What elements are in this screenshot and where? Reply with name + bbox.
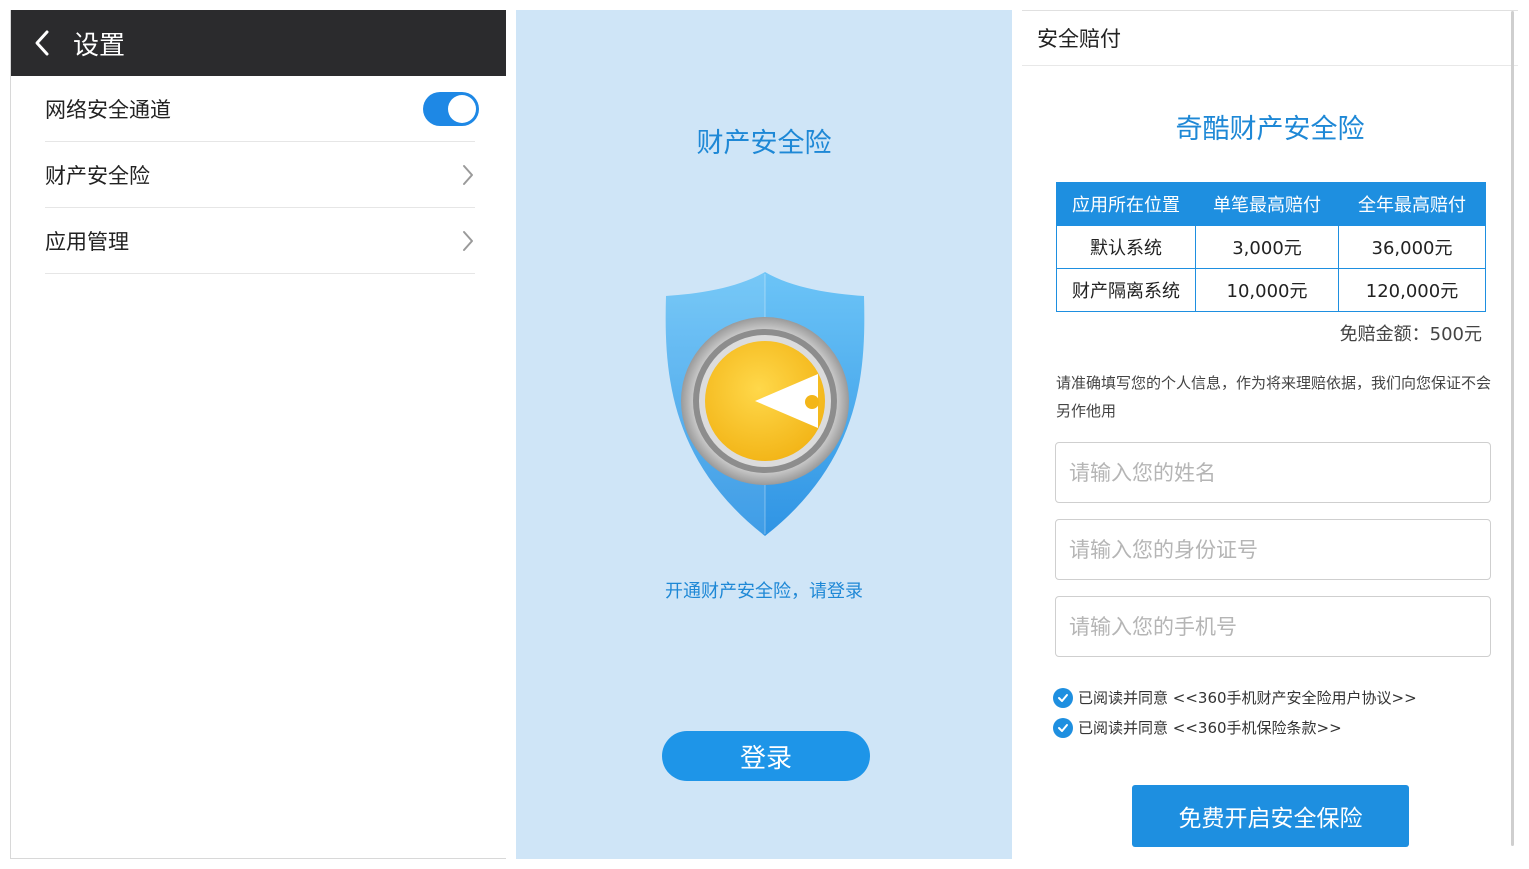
check-circle-icon[interactable]	[1053, 687, 1073, 708]
chevron-left-icon	[35, 30, 49, 56]
claim-header-title: 安全赔付	[1037, 27, 1121, 51]
deductible-text: 免赔金额：500元	[1339, 324, 1482, 345]
setting-item-label: 应用管理	[45, 229, 129, 254]
table-cell: 36,000元	[1338, 225, 1486, 269]
table-header-cell: 应用所在位置	[1056, 182, 1196, 226]
setting-item-app-management[interactable]: 应用管理	[45, 208, 475, 274]
login-title: 财产安全险	[696, 128, 832, 159]
claim-header: 安全赔付	[1022, 11, 1518, 66]
toggle-knob	[448, 94, 476, 123]
check-circle-icon[interactable]	[1053, 717, 1073, 738]
table-row: 默认系统 3,000元 36,000元	[1056, 225, 1486, 269]
name-input[interactable]	[1055, 442, 1491, 503]
setting-item-network-channel[interactable]: 网络安全通道	[45, 76, 479, 142]
table-cell: 3,000元	[1195, 225, 1339, 269]
table-header-cell: 单笔最高赔付	[1195, 182, 1339, 226]
claim-panel: 安全赔付 奇酷财产安全险 应用所在位置 单笔最高赔付 全年最高赔付 默认系统 3…	[1022, 10, 1518, 859]
id-number-input[interactable]	[1055, 519, 1491, 580]
network-channel-toggle[interactable]	[423, 91, 479, 126]
login-panel: 财产安全险 开通财产安全险，请登录 登录	[516, 10, 1012, 859]
table-header-cell: 全年最高赔付	[1338, 182, 1486, 226]
settings-panel: 设置 网络安全通道 财产安全险 应用管理	[10, 10, 506, 859]
phone-input[interactable]	[1055, 596, 1491, 657]
setting-item-label: 财产安全险	[45, 163, 150, 188]
claim-title: 奇酷财产安全险	[1175, 114, 1365, 145]
login-button[interactable]: 登录	[662, 731, 870, 781]
table-cell: 120,000元	[1338, 268, 1486, 312]
shield-safe-icon	[665, 272, 865, 536]
table-cell: 财产隔离系统	[1056, 268, 1196, 312]
agreement-user-terms[interactable]: 已阅读并同意 <<360手机财产安全险用户协议>>	[1053, 687, 1417, 708]
settings-header: 设置	[11, 10, 506, 76]
chevron-right-icon	[463, 230, 473, 251]
table-header-row: 应用所在位置 单笔最高赔付 全年最高赔付	[1056, 182, 1486, 226]
setting-item-property-insurance[interactable]: 财产安全险	[45, 142, 475, 208]
page-title: 设置	[73, 30, 126, 61]
login-hint-text: 开通财产安全险，请登录	[665, 581, 863, 602]
table-cell: 10,000元	[1195, 268, 1339, 312]
chevron-right-icon	[463, 164, 473, 185]
table-row: 财产隔离系统 10,000元 120,000元	[1056, 268, 1486, 312]
back-button[interactable]	[11, 10, 73, 76]
table-cell: 默认系统	[1056, 225, 1196, 269]
agreement-text: 已阅读并同意 <<360手机保险条款>>	[1078, 719, 1342, 737]
enable-insurance-button[interactable]: 免费开启安全保险	[1132, 785, 1409, 847]
setting-item-label: 网络安全通道	[45, 97, 171, 122]
privacy-note: 请准确填写您的个人信息，作为将来理赔依据，我们向您保证不会另作他用	[1056, 374, 1492, 420]
agreement-text: 已阅读并同意 <<360手机财产安全险用户协议>>	[1078, 689, 1417, 707]
agreement-insurance-terms[interactable]: 已阅读并同意 <<360手机保险条款>>	[1053, 717, 1342, 738]
payout-table: 应用所在位置 单笔最高赔付 全年最高赔付 默认系统 3,000元 36,000元…	[1056, 182, 1486, 312]
